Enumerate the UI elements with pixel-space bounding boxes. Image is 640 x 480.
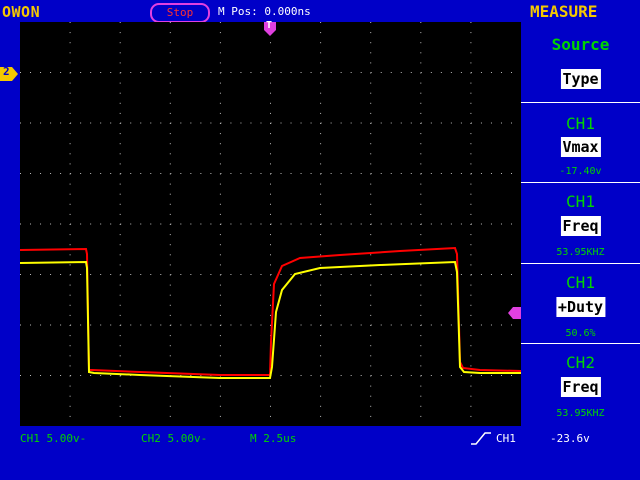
measure-3-value: 50.6% <box>565 328 596 339</box>
brand-logo: OWON <box>2 3 41 21</box>
trigger-source: CH1 <box>496 432 516 445</box>
measure-slot-4[interactable]: CH2 Freq 53.95KHZ <box>521 344 640 426</box>
ch2-marker-label: 2 <box>3 65 10 78</box>
horizontal-position-readout: M Pos: 0.000ns <box>218 5 311 18</box>
measure-2-value: 53.95KHZ <box>556 247 605 258</box>
measure-4-type: Freq <box>560 377 601 397</box>
trigger-level-marker[interactable] <box>508 304 521 319</box>
measure-slot-1[interactable]: CH1 Vmax -17.40v <box>521 103 640 183</box>
rising-edge-icon <box>471 430 491 449</box>
measure-4-value: 53.95KHZ <box>556 408 605 419</box>
waveform-display[interactable]: T <box>19 20 522 426</box>
measure-panel: Source Type CH1 Vmax -17.40v CH1 Freq 53… <box>521 22 640 426</box>
trigger-level-icon <box>508 307 521 319</box>
measure-1-channel: CH1 <box>566 114 595 133</box>
measure-2-type: Freq <box>560 216 601 236</box>
measure-1-type: Vmax <box>560 137 601 157</box>
measure-2-channel: CH1 <box>566 192 595 211</box>
ch2-waveform <box>19 246 522 376</box>
timebase: M 2.5us <box>250 432 297 445</box>
trigger-marker-label: T <box>266 20 273 31</box>
source-label: Source <box>551 35 610 54</box>
measure-3-type: +Duty <box>555 297 606 317</box>
measure-3-channel: CH1 <box>566 273 595 292</box>
trigger-level: -23.6v <box>550 432 590 445</box>
trigger-position-marker[interactable]: T <box>264 20 276 36</box>
measure-title: MEASURE <box>530 2 598 21</box>
source-type-cell[interactable]: Source Type <box>521 22 640 103</box>
waveform-svg <box>19 22 522 417</box>
measure-4-channel: CH2 <box>566 353 595 372</box>
measure-slot-2[interactable]: CH1 Freq 53.95KHZ <box>521 183 640 264</box>
type-label: Type <box>560 69 601 89</box>
run-stop-status[interactable]: Stop <box>150 3 210 23</box>
measure-1-value: -17.40v <box>559 166 602 177</box>
ch2-offset-marker[interactable]: 2 <box>0 65 18 81</box>
ch1-scale: CH1 5.00v- <box>20 432 87 445</box>
ch2-scale: CH2 5.00v- <box>141 432 208 445</box>
measure-slot-3[interactable]: CH1 +Duty 50.6% <box>521 264 640 344</box>
